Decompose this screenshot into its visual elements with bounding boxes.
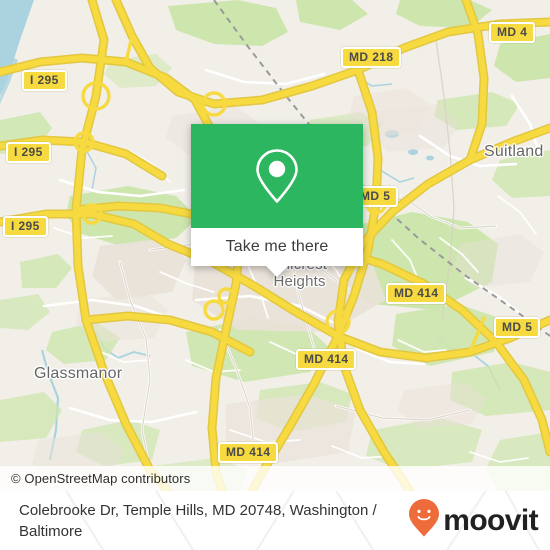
popup-pointer-tail: [266, 266, 288, 277]
route-shield-md4: MD 4: [489, 22, 536, 43]
moovit-wordmark: moovit: [443, 503, 538, 537]
map-canvas[interactable]: Suitland Glassmanor Hillcrest Heights I …: [0, 0, 550, 491]
route-shield-md414-center: MD 414: [296, 349, 357, 370]
route-shield-i295-middle: I 295: [6, 142, 51, 163]
route-shield-md218: MD 218: [341, 47, 402, 68]
route-shield-md414-south: MD 414: [218, 442, 279, 463]
map-pin-icon: [254, 147, 300, 205]
route-shield-i295-north: I 295: [22, 70, 67, 91]
route-shield-i295-south: I 295: [3, 216, 48, 237]
take-me-there-button[interactable]: Take me there: [226, 238, 329, 256]
location-title: Colebrooke Dr, Temple Hills, MD 20748, W…: [19, 501, 377, 540]
route-shield-md5-south: MD 5: [494, 317, 541, 338]
moovit-smiley-pin-icon: [409, 499, 440, 542]
location-popup-card[interactable]: Take me there: [191, 124, 363, 277]
footer-bar: Colebrooke Dr, Temple Hills, MD 20748, W…: [0, 491, 550, 550]
moovit-map-screenshot: Suitland Glassmanor Hillcrest Heights I …: [0, 0, 550, 550]
openstreetmap-attribution[interactable]: © OpenStreetMap contributors: [0, 471, 190, 486]
map-attribution-bar: © OpenStreetMap contributors: [0, 466, 550, 491]
route-shield-md414-east: MD 414: [386, 283, 447, 304]
popup-action-bar[interactable]: Take me there: [191, 228, 363, 266]
popup-header: [191, 124, 363, 228]
moovit-logo[interactable]: moovit: [409, 499, 539, 542]
